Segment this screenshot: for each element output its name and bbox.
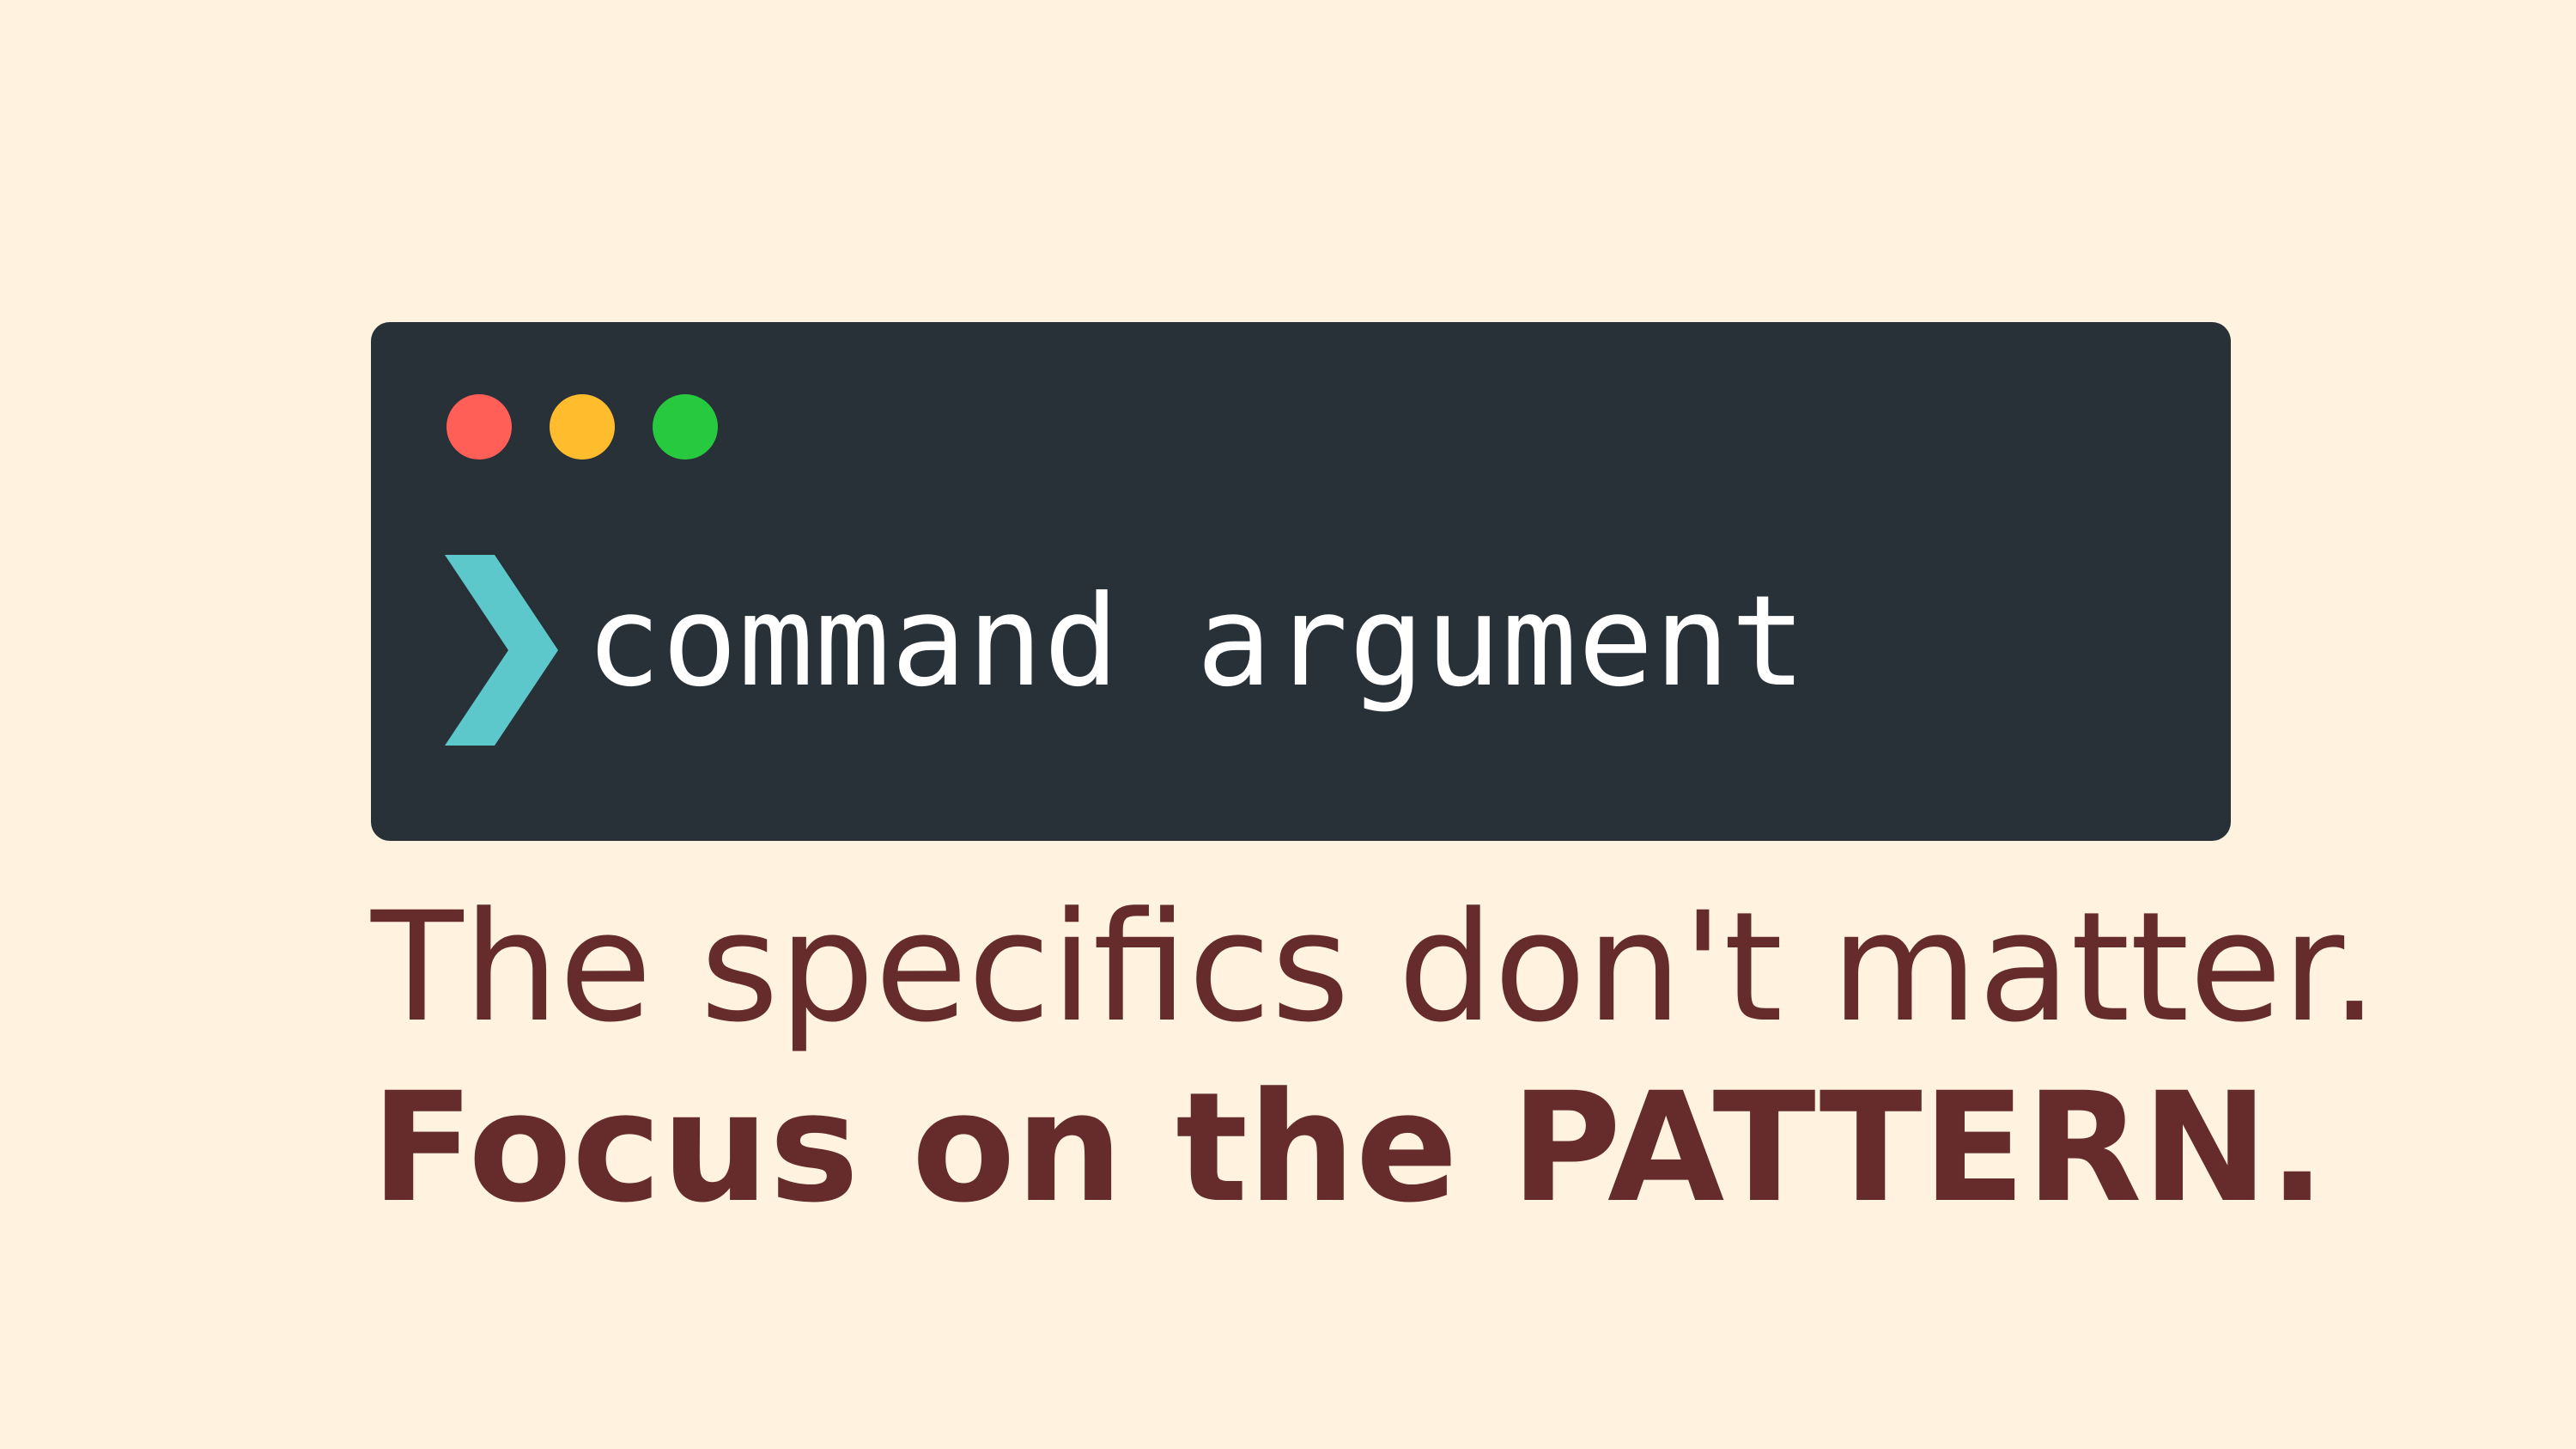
command-line: command argument <box>586 556 1807 728</box>
command-separator <box>1120 569 1196 715</box>
minimize-window-dot[interactable] <box>550 394 615 460</box>
caption-line-2: Focus on the PATTERN. <box>371 1060 2326 1236</box>
argument-text: argument <box>1196 569 1807 715</box>
terminal-window: command argument <box>371 322 2231 841</box>
caption-line-1: The specifics don't matter. <box>371 880 2379 1056</box>
command-text: command <box>586 569 1121 715</box>
close-window-dot[interactable] <box>447 394 512 460</box>
maximize-window-dot[interactable] <box>653 394 718 460</box>
chevron-right-icon <box>445 555 558 746</box>
